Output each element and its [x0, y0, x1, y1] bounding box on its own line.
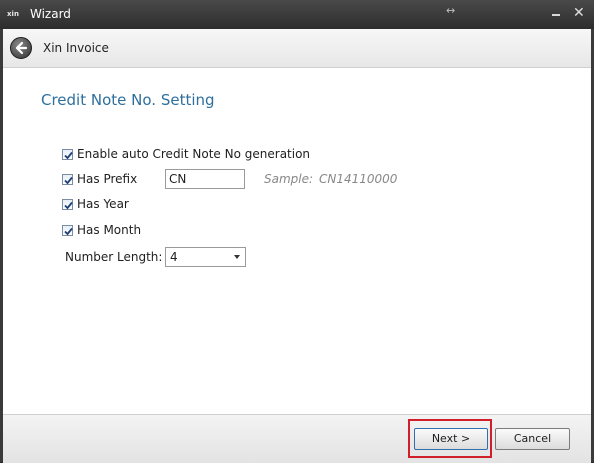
- resize-arrows-icon: ↔: [446, 4, 456, 17]
- has-month-option[interactable]: Has Month: [62, 221, 141, 239]
- has-year-option[interactable]: Has Year: [62, 195, 129, 213]
- minimize-icon[interactable]: [549, 3, 563, 19]
- checkmark-icon: [64, 201, 73, 209]
- cancel-button[interactable]: Cancel: [495, 428, 570, 450]
- next-button[interactable]: Next >: [414, 428, 488, 450]
- back-button[interactable]: [10, 37, 32, 59]
- checkmark-icon: [64, 151, 73, 159]
- has-prefix-option[interactable]: Has Prefix: [62, 170, 137, 188]
- has-prefix-label: Has Prefix: [77, 172, 138, 186]
- has-month-checkbox[interactable]: [62, 224, 73, 236]
- auto-generation-checkbox[interactable]: [62, 148, 73, 160]
- number-length-label: Number Length:: [65, 250, 163, 264]
- close-icon[interactable]: ✕: [573, 5, 585, 21]
- auto-generation-option[interactable]: Enable auto Credit Note No generation: [62, 145, 310, 163]
- has-month-label: Has Month: [77, 223, 142, 237]
- wizard-window: xin Wizard ↔ ✕ Xin Invoice Credit Note N…: [0, 0, 594, 463]
- prefix-input[interactable]: CN: [165, 169, 245, 189]
- wizard-header: Xin Invoice: [3, 29, 591, 68]
- number-length-select[interactable]: 4: [165, 247, 246, 267]
- wizard-footer: Next > Cancel: [3, 414, 591, 463]
- number-length-value: 4: [170, 250, 178, 264]
- checkmark-icon: [64, 227, 73, 235]
- dropdown-arrow-icon[interactable]: [234, 255, 240, 259]
- app-logo-icon: xin: [7, 10, 19, 18]
- window-title: Wizard: [30, 7, 71, 21]
- title-bar[interactable]: xin Wizard ↔ ✕: [0, 0, 594, 29]
- checkmark-icon: [64, 176, 73, 184]
- wizard-header-title: Xin Invoice: [43, 41, 109, 55]
- arrow-left-icon: [15, 41, 28, 55]
- has-year-checkbox[interactable]: [62, 198, 73, 210]
- has-prefix-checkbox[interactable]: [62, 173, 73, 185]
- sample-value: CN14110000: [319, 172, 398, 186]
- auto-generation-label: Enable auto Credit Note No generation: [77, 147, 311, 161]
- section-title: Credit Note No. Setting: [41, 91, 215, 109]
- has-year-label: Has Year: [77, 197, 129, 211]
- sample-label: Sample:: [264, 172, 314, 186]
- wizard-content: Xin Invoice Credit Note No. Setting Enab…: [3, 29, 591, 463]
